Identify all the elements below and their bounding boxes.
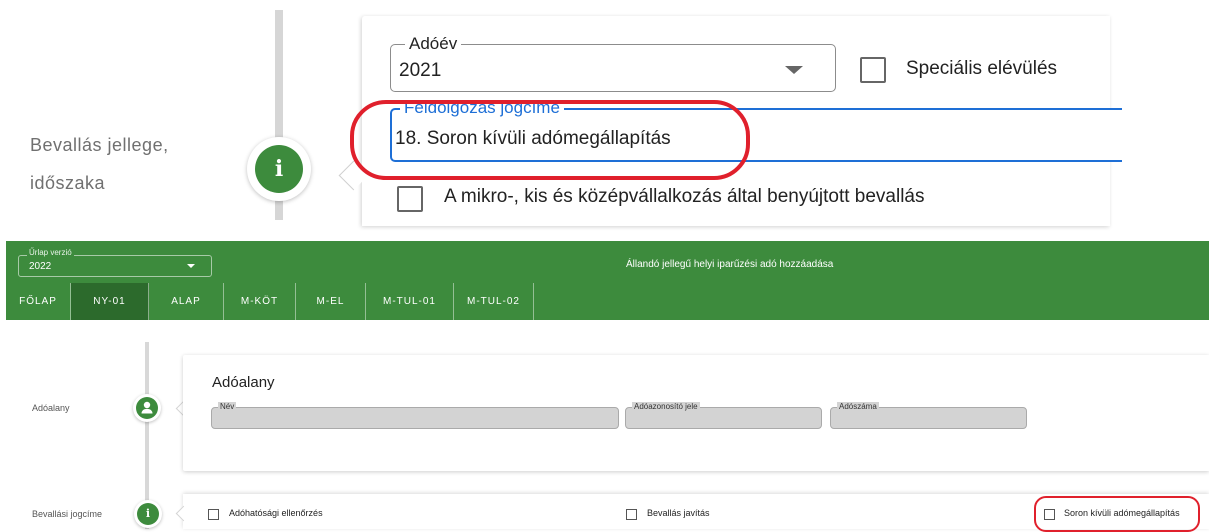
tab-m-kot[interactable]: M-KÖT [224,283,296,320]
adoazonosito-field[interactable]: Adóazonosító jele [625,402,822,429]
form-version-select[interactable]: Űrlap verzió 2022 [18,248,212,277]
javitas-label: Bevallás javítás [647,508,710,518]
person-icon [136,397,158,419]
adoev-select[interactable]: Adóév 2021 [390,34,836,92]
adoev-label: Adóév [405,34,462,54]
adoszama-label: Adószáma [837,402,879,411]
form-version-label: Űrlap verzió [27,248,74,257]
form-version-value: 2022 [29,261,52,272]
kkv-label: A mikro-, kis és középvállalkozás által … [444,186,925,207]
javitas-checkbox[interactable] [626,509,637,520]
adohatosagi-checkbox[interactable] [208,509,219,520]
jogcime-info-button[interactable]: i [134,500,162,528]
adoszama-field[interactable]: Adószáma [830,402,1027,429]
section-label-line1: Bevallás jellege, [30,135,169,155]
adoalany-icon-button[interactable] [133,394,161,422]
tab-ny-01[interactable]: NY-01 [71,283,149,320]
adoalany-title: Adóalany [212,374,275,391]
tab-m-tul-01[interactable]: M-TUL-01 [366,283,454,320]
section-label-jogcime: Bevallási jogcíme [32,509,103,519]
adoazonosito-label: Adóazonosító jele [632,402,700,411]
tab-bar: FŐLAP NY-01 ALAP M-KÖT M-EL M-TUL-01 M-T… [6,283,534,320]
kkv-checkbox[interactable] [397,186,423,212]
info-icon: i [137,503,159,525]
nev-label: Név [218,402,237,411]
adoev-value: 2021 [399,60,442,81]
tab-m-tul-02[interactable]: M-TUL-02 [454,283,534,320]
chevron-down-icon [187,264,195,268]
specialis-checkbox[interactable] [860,57,886,83]
page-title: Állandó jellegű helyi iparűzési adó hozz… [626,259,834,270]
highlight-annotation [350,100,750,180]
section-label-adoalany: Adóalany [32,403,70,413]
tab-m-el[interactable]: M-EL [296,283,366,320]
chevron-down-icon [785,66,803,74]
info-icon: i [255,145,303,193]
tab-alap[interactable]: ALAP [149,283,224,320]
adohatosagi-label: Adóhatósági ellenőrzés [229,508,323,518]
highlight-annotation [1034,496,1200,532]
specialis-label: Speciális elévülés [906,58,1058,79]
tab-folap[interactable]: FŐLAP [6,283,71,320]
info-button[interactable]: i [247,137,311,201]
section-label-line2: időszaka [30,173,106,193]
nev-field[interactable]: Név [211,402,619,429]
